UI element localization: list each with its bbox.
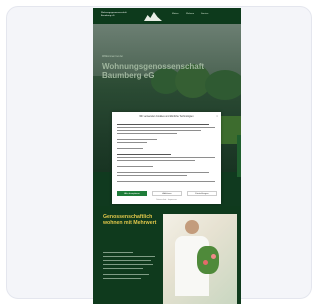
cookie-dialog-footer-links[interactable]: Datenschutz · Impressum bbox=[112, 199, 221, 201]
community-section: Genossenschaftlich wohnen mit Mehrwert bbox=[93, 206, 241, 304]
site-logo-icon[interactable] bbox=[144, 12, 162, 21]
nav-item-wohnen[interactable]: Wohnen bbox=[186, 13, 194, 15]
flower bbox=[203, 260, 208, 265]
page-screenshot-thumbnail[interactable]: Wohnungsgenossenschaft Baumberg eG Miete… bbox=[93, 8, 241, 304]
cookie-text-line bbox=[117, 154, 171, 156]
cookie-text-line bbox=[117, 181, 215, 183]
cookie-dialog-title: Wir verwenden Cookies und ähnliche Techn… bbox=[139, 115, 194, 118]
section-text-line bbox=[103, 252, 133, 254]
site-logo-text[interactable]: Wohnungsgenossenschaft Baumberg eG bbox=[101, 12, 135, 17]
cookie-consent-dialog: Wir verwenden Cookies und ähnliche Techn… bbox=[112, 112, 221, 204]
close-icon[interactable]: × bbox=[216, 114, 218, 118]
cookie-text-line bbox=[117, 142, 147, 144]
cookie-text-line bbox=[117, 160, 195, 162]
side-contact-tab[interactable] bbox=[237, 135, 241, 177]
reject-button[interactable]: Ablehnen bbox=[152, 191, 182, 196]
cookie-text-line bbox=[117, 139, 157, 141]
cookie-text-line bbox=[117, 157, 215, 159]
cookie-text-line bbox=[117, 133, 177, 135]
section-text-line bbox=[103, 274, 149, 276]
community-section-title: Genossenschaftlich wohnen mit Mehrwert bbox=[103, 214, 157, 227]
accept-all-button[interactable]: Alle akzeptieren bbox=[117, 191, 147, 196]
cookie-text-line bbox=[117, 166, 153, 168]
plant bbox=[197, 246, 219, 274]
hero-tree bbox=[205, 70, 241, 100]
person-head bbox=[185, 220, 199, 234]
cookie-text-line bbox=[117, 175, 187, 177]
section-text-line bbox=[103, 256, 155, 258]
nav-item-mieten[interactable]: Mieten bbox=[172, 13, 179, 15]
settings-button[interactable]: Einstellungen bbox=[187, 191, 217, 196]
hero-kicker: Willkommen bei der bbox=[102, 55, 123, 58]
section-text-line bbox=[103, 264, 153, 266]
flower bbox=[211, 254, 216, 259]
cookie-text-line bbox=[117, 130, 201, 132]
section-text-line bbox=[103, 278, 141, 280]
site-header: Wohnungsgenossenschaft Baumberg eG Miete… bbox=[93, 8, 241, 24]
section-text-line bbox=[103, 268, 143, 270]
hero-title: Wohnungsgenossenschaft Baumberg eG bbox=[102, 62, 205, 80]
cookie-text-line bbox=[117, 127, 215, 129]
cookie-text-line bbox=[117, 148, 143, 150]
nav-item-service[interactable]: Service bbox=[201, 13, 208, 15]
cookie-text-line bbox=[117, 124, 209, 126]
section-text-line bbox=[103, 260, 151, 262]
cookie-text-line bbox=[117, 172, 209, 174]
gardener-photo bbox=[163, 214, 237, 304]
